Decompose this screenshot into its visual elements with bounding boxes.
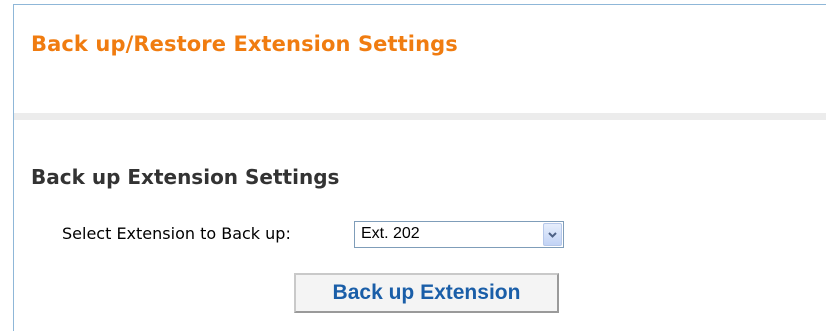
- extension-select-value: Ext. 202: [361, 225, 420, 242]
- settings-panel: Back up/Restore Extension Settings Back …: [13, 4, 826, 331]
- section-heading: Back up Extension Settings: [31, 165, 340, 189]
- dropdown-arrow-button[interactable]: [543, 223, 562, 246]
- section-divider: [14, 113, 826, 120]
- extension-select[interactable]: Ext. 202: [354, 221, 564, 248]
- page-title: Back up/Restore Extension Settings: [31, 32, 458, 56]
- backup-extension-button[interactable]: Back up Extension: [294, 273, 559, 313]
- extension-select-label: Select Extension to Back up:: [62, 224, 291, 243]
- chevron-down-icon: [548, 232, 557, 238]
- backup-extension-button-label: Back up Extension: [332, 281, 521, 304]
